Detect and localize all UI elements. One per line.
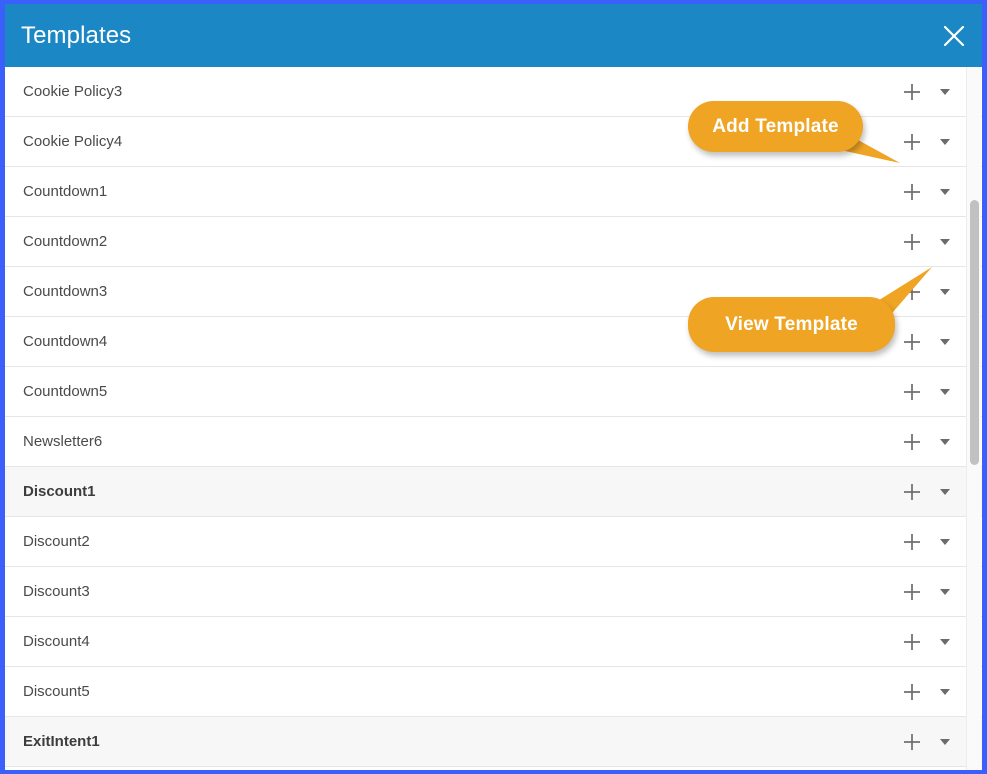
table-row[interactable]: Discount2 (5, 517, 982, 567)
chevron-down-icon[interactable] (936, 183, 954, 201)
chevron-down-icon[interactable] (936, 583, 954, 601)
table-row[interactable]: Newsletter6 (5, 417, 982, 467)
row-actions (901, 517, 954, 567)
table-row[interactable]: ExitIntent1 (5, 717, 982, 767)
chevron-down-icon[interactable] (936, 133, 954, 151)
templates-list: Cookie Policy3 Cookie Policy4 Countdown1 Co… (5, 67, 982, 770)
plus-icon[interactable] (901, 731, 923, 753)
table-row[interactable]: Cookie Policy4 (5, 117, 982, 167)
chevron-down-icon[interactable] (936, 83, 954, 101)
chevron-down-icon[interactable] (936, 283, 954, 301)
row-actions (901, 117, 954, 167)
row-actions (901, 467, 954, 517)
plus-icon[interactable] (901, 531, 923, 553)
chevron-down-icon[interactable] (936, 433, 954, 451)
table-row[interactable]: Discount1 (5, 467, 982, 517)
template-name: ExitIntent1 (23, 733, 100, 750)
table-row[interactable]: Countdown3 (5, 267, 982, 317)
template-name: Cookie Policy4 (23, 133, 123, 150)
chevron-down-icon[interactable] (936, 533, 954, 551)
plus-icon[interactable] (901, 581, 923, 603)
row-actions (901, 217, 954, 267)
row-actions (901, 367, 954, 417)
plus-icon[interactable] (901, 181, 923, 203)
chevron-down-icon[interactable] (936, 733, 954, 751)
row-actions (901, 417, 954, 467)
table-row[interactable]: Countdown5 (5, 367, 982, 417)
template-name: Discount3 (23, 583, 90, 600)
plus-icon[interactable] (901, 231, 923, 253)
row-actions (901, 67, 954, 117)
chevron-down-icon[interactable] (936, 233, 954, 251)
chevron-down-icon[interactable] (936, 483, 954, 501)
page-title: Templates (21, 21, 132, 49)
plus-icon[interactable] (901, 81, 923, 103)
plus-icon[interactable] (901, 681, 923, 703)
plus-icon[interactable] (901, 481, 923, 503)
row-actions (901, 267, 954, 317)
row-actions (901, 567, 954, 617)
template-name: Discount5 (23, 683, 90, 700)
template-name: Discount1 (23, 483, 96, 500)
table-row[interactable]: Countdown1 (5, 167, 982, 217)
table-row[interactable]: Discount5 (5, 667, 982, 717)
table-row[interactable]: Countdown4 (5, 317, 982, 367)
template-name: Countdown3 (23, 283, 108, 300)
template-name: Countdown5 (23, 383, 108, 400)
chevron-down-icon[interactable] (936, 333, 954, 351)
row-actions (901, 167, 954, 217)
table-row[interactable]: Cookie Policy3 (5, 67, 982, 117)
chevron-down-icon[interactable] (936, 633, 954, 651)
table-row[interactable]: Discount4 (5, 617, 982, 667)
chevron-down-icon[interactable] (936, 683, 954, 701)
plus-icon[interactable] (901, 281, 923, 303)
template-name: Countdown1 (23, 183, 108, 200)
plus-icon[interactable] (901, 381, 923, 403)
row-actions (901, 617, 954, 667)
plus-icon[interactable] (901, 131, 923, 153)
list-scrollbar[interactable] (966, 67, 981, 770)
close-icon[interactable] (939, 21, 969, 51)
row-actions (901, 317, 954, 367)
scrollbar-thumb[interactable] (970, 200, 979, 465)
template-name: Countdown4 (23, 333, 108, 350)
template-name: Newsletter6 (23, 433, 103, 450)
templates-list-container: Cookie Policy3 Cookie Policy4 Countdown1 Co… (5, 67, 982, 770)
row-actions (901, 667, 954, 717)
template-name: Countdown2 (23, 233, 108, 250)
chevron-down-icon[interactable] (936, 383, 954, 401)
table-row[interactable]: Countdown2 (5, 217, 982, 267)
templates-modal: Templates Cookie Policy3 Cookie Policy4 Co… (0, 0, 987, 774)
template-name: Discount4 (23, 633, 90, 650)
plus-icon[interactable] (901, 431, 923, 453)
template-name: Discount2 (23, 533, 90, 550)
plus-icon[interactable] (901, 331, 923, 353)
template-name: Cookie Policy3 (23, 83, 123, 100)
modal-header: Templates (5, 4, 982, 67)
plus-icon[interactable] (901, 631, 923, 653)
row-actions (901, 717, 954, 767)
table-row[interactable]: Discount3 (5, 567, 982, 617)
